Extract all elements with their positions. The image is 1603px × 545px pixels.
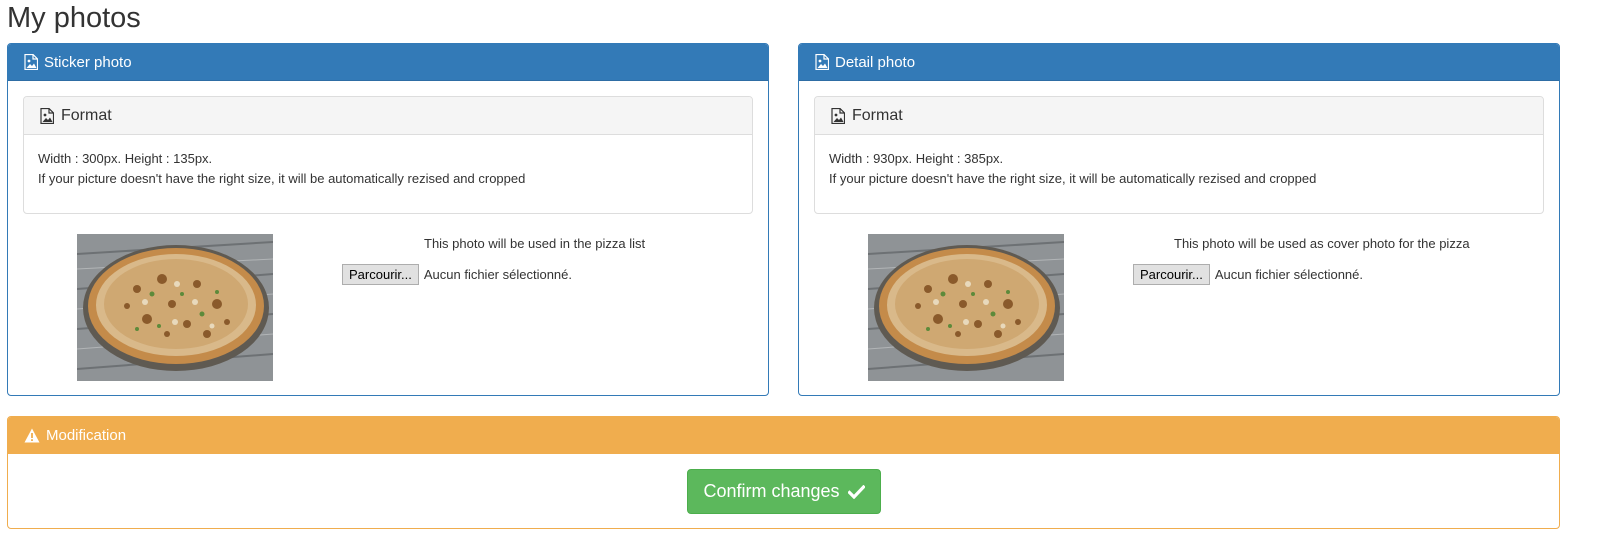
detail-photo-preview xyxy=(868,234,1064,381)
sticker-photo-heading: Sticker photo xyxy=(8,44,768,81)
file-status: Aucun fichier sélectionné. xyxy=(1214,267,1364,282)
sticker-photo-preview xyxy=(77,234,273,381)
sticker-photo-panel: Sticker photo Format Width : 300px. Heig… xyxy=(7,43,769,396)
sticker-photo-title: Sticker photo xyxy=(44,53,132,71)
image-icon xyxy=(815,54,829,70)
confirm-changes-button[interactable]: Confirm changes xyxy=(687,469,881,514)
format-title: Format xyxy=(852,106,903,124)
format-note: If your picture doesn't have the right s… xyxy=(38,171,526,186)
detail-photo-panel: Detail photo Format Width : 930px. Heigh… xyxy=(798,43,1560,396)
detail-photo-heading: Detail photo xyxy=(799,44,1559,81)
warning-icon xyxy=(24,428,40,443)
image-icon xyxy=(24,54,38,70)
image-icon xyxy=(40,108,54,124)
format-title: Format xyxy=(61,106,112,124)
checkmark-icon xyxy=(847,484,865,499)
browse-button[interactable]: Parcourir... xyxy=(1133,264,1210,285)
sticker-usage-text: This photo will be used in the pizza lis… xyxy=(424,236,646,251)
format-heading: Format xyxy=(24,97,752,135)
format-body: Width : 930px. Height : 385px. If your p… xyxy=(815,135,1543,189)
sticker-file-input: Parcourir... Aucun fichier sélectionné. xyxy=(342,264,572,285)
format-panel: Format Width : 930px. Height : 385px. If… xyxy=(814,96,1544,214)
modification-title: Modification xyxy=(46,427,127,444)
page-title: My photos xyxy=(7,2,141,34)
file-status: Aucun fichier sélectionné. xyxy=(423,267,573,282)
detail-usage-text: This photo will be used as cover photo f… xyxy=(1174,236,1470,251)
format-dimensions: Width : 930px. Height : 385px. xyxy=(829,151,1004,166)
image-icon xyxy=(831,108,845,124)
format-heading: Format xyxy=(815,97,1543,135)
confirm-changes-label: Confirm changes xyxy=(703,481,840,501)
detail-photo-title: Detail photo xyxy=(835,53,916,71)
detail-file-input: Parcourir... Aucun fichier sélectionné. xyxy=(1133,264,1363,285)
modification-heading: Modification xyxy=(8,417,1559,454)
format-panel: Format Width : 300px. Height : 135px. If… xyxy=(23,96,753,214)
format-dimensions: Width : 300px. Height : 135px. xyxy=(38,151,213,166)
modification-panel: Modification Confirm changes xyxy=(7,416,1560,529)
browse-button[interactable]: Parcourir... xyxy=(342,264,419,285)
format-body: Width : 300px. Height : 135px. If your p… xyxy=(24,135,752,189)
format-note: If your picture doesn't have the right s… xyxy=(829,171,1317,186)
